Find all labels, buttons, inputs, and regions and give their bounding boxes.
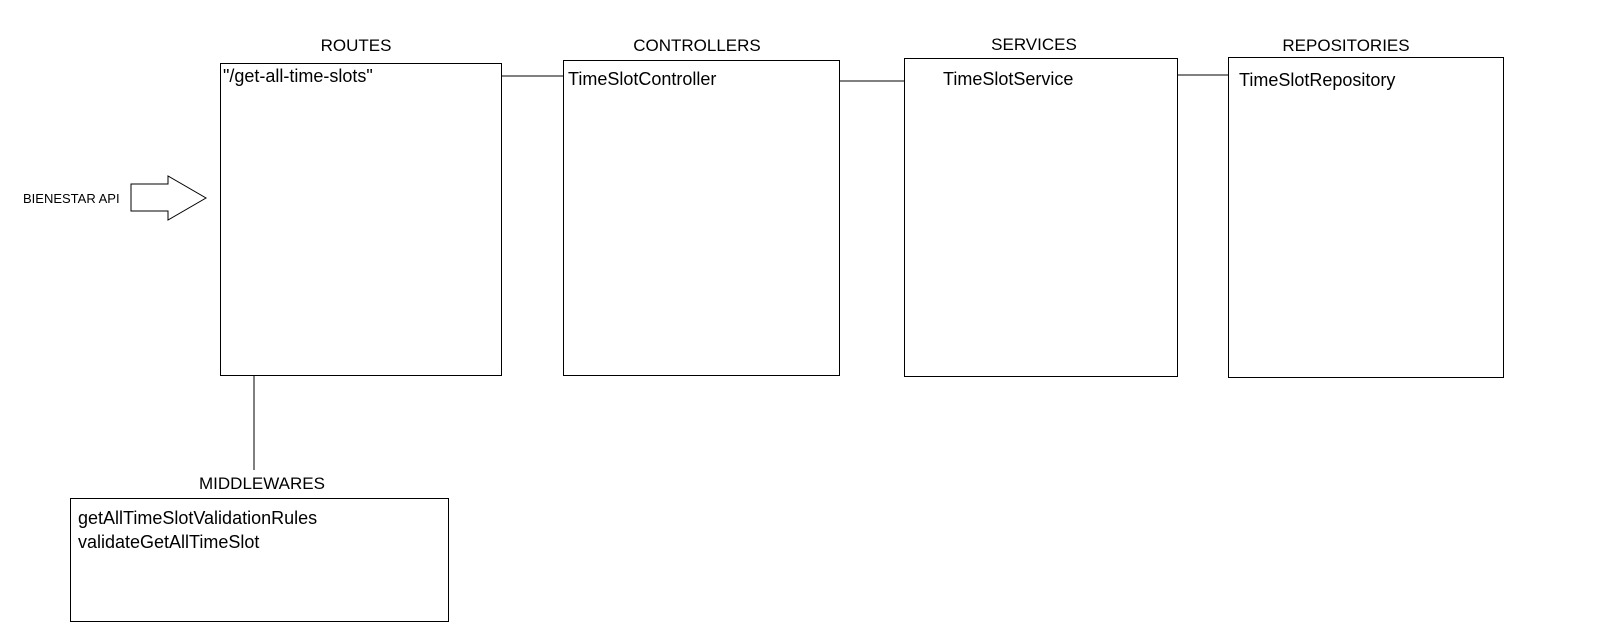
controllers-box: [563, 60, 840, 376]
middlewares-heading: MIDDLEWARES: [199, 474, 325, 493]
routes-heading: ROUTES: [320, 36, 392, 55]
entry-label: BIENESTAR API: [23, 191, 120, 206]
repositories-box: [1228, 57, 1504, 378]
middleware-item: validateGetAllTimeSlot: [78, 532, 260, 552]
repositories-heading: REPOSITORIES: [1282, 36, 1410, 55]
services-box: [904, 58, 1178, 377]
middlewares-box: getAllTimeSlotValidationRules validateGe…: [70, 498, 449, 622]
middleware-item: getAllTimeSlotValidationRules: [78, 508, 318, 528]
repository-item: TimeSlotRepository: [1237, 69, 1398, 91]
entry-arrow-icon: [130, 175, 207, 221]
route-item: "/get-all-time-slots": [221, 65, 375, 87]
service-item: TimeSlotService: [941, 68, 1076, 90]
controller-item: TimeSlotController: [566, 68, 719, 90]
middleware-list: getAllTimeSlotValidationRules validateGe…: [78, 506, 317, 554]
routes-box: [220, 63, 502, 376]
services-heading: SERVICES: [991, 35, 1077, 54]
controllers-heading: CONTROLLERS: [633, 36, 761, 55]
